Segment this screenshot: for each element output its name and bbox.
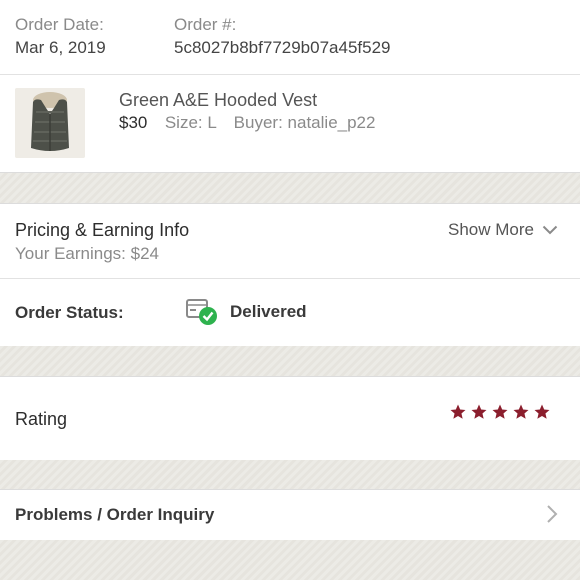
item-size-value: L: [207, 113, 217, 132]
order-number-label: Order #:: [174, 15, 237, 34]
item-name[interactable]: Green A&E Hooded Vest: [119, 90, 317, 111]
rating-card: Rating: [0, 376, 580, 462]
show-more-label: Show More: [448, 220, 534, 239]
chevron-right-icon: [547, 505, 558, 523]
section-gap: [0, 460, 580, 489]
problems-row[interactable]: Problems / Order Inquiry: [0, 489, 580, 542]
pricing-title: Pricing & Earning Info: [15, 220, 190, 240]
order-number-value: 5c8027b8bf7729b07a45f529: [174, 38, 391, 57]
item-price: $30: [119, 113, 148, 132]
rating-stars: [449, 403, 551, 421]
vest-photo-icon: [15, 88, 85, 158]
star-icon: [513, 404, 529, 419]
divider: [0, 278, 580, 279]
order-date-label: Order Date:: [15, 15, 104, 34]
show-more-button[interactable]: Show More: [448, 220, 558, 240]
section-gap: [0, 346, 580, 376]
chevron-down-icon: [542, 225, 558, 235]
star-icon: [471, 404, 487, 419]
earnings-text: Your Earnings: $24: [15, 244, 159, 263]
section-gap: [0, 173, 580, 203]
star-icon: [492, 404, 508, 419]
item-buyer-label: Buyer:: [233, 113, 283, 132]
order-date-value: Mar 6, 2019: [15, 38, 106, 57]
section-gap: [0, 540, 580, 580]
order-status-label: Order Status:: [15, 303, 124, 322]
divider: [0, 74, 580, 75]
item-thumbnail[interactable]: [15, 88, 85, 158]
star-icon: [450, 404, 466, 419]
delivered-box-icon: [186, 299, 217, 325]
pricing-card: Pricing & Earning Info Your Earnings: $2…: [0, 203, 580, 348]
rating-label: Rating: [15, 409, 68, 429]
item-details: $30 Size: L Buyer: natalie_p22: [119, 113, 375, 133]
item-size-label: Size:: [164, 113, 203, 132]
item-buyer-value[interactable]: natalie_p22: [288, 113, 376, 132]
problems-label: Problems / Order Inquiry: [15, 505, 215, 524]
order-summary-card: Order Date: Mar 6, 2019 Order #: 5c8027b…: [0, 0, 580, 173]
order-status-value: Delivered: [230, 302, 307, 321]
star-icon: [534, 404, 550, 419]
